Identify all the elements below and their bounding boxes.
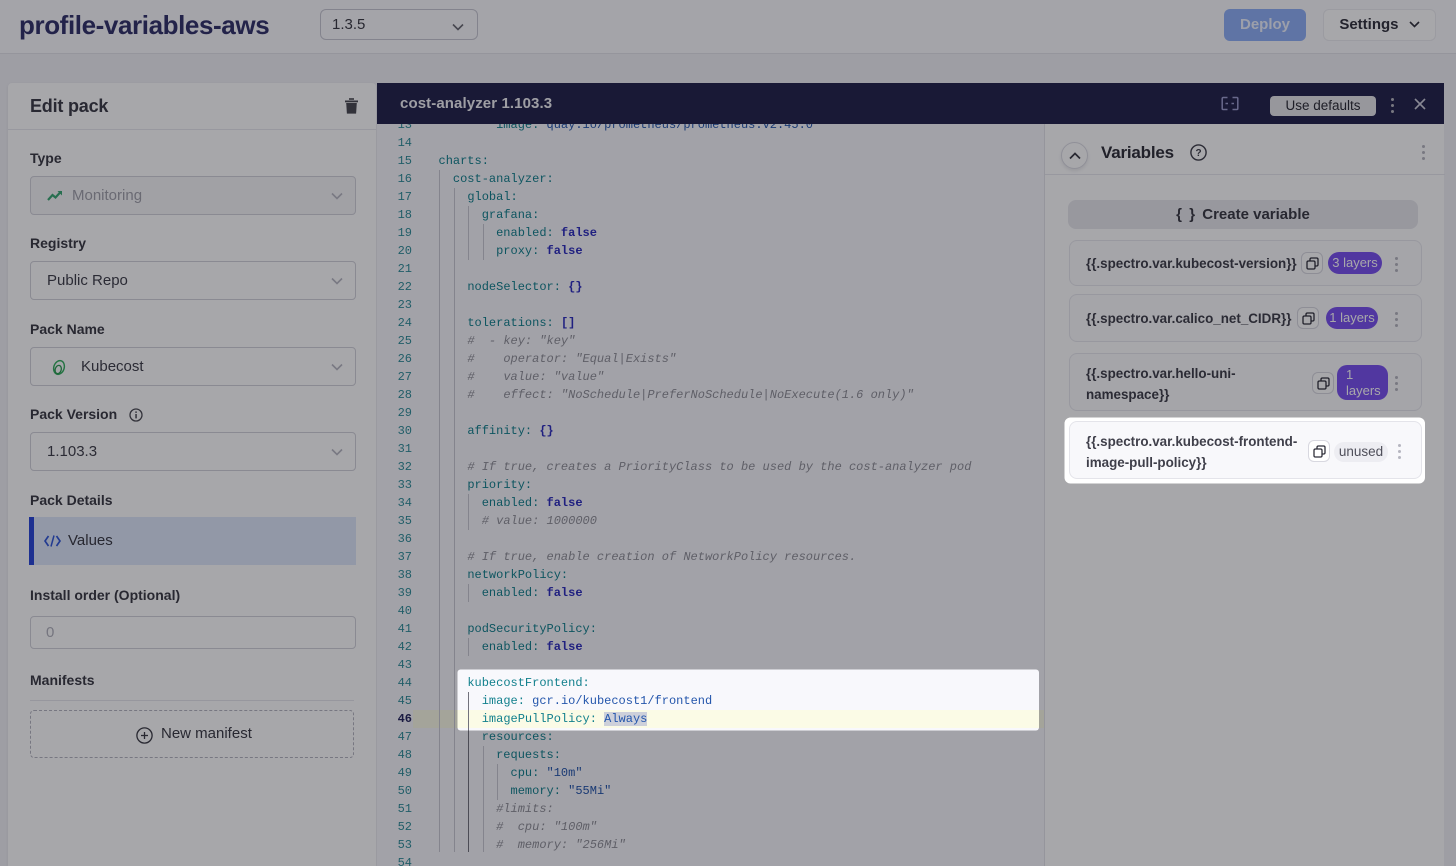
svg-text:?: ?: [1195, 148, 1201, 159]
